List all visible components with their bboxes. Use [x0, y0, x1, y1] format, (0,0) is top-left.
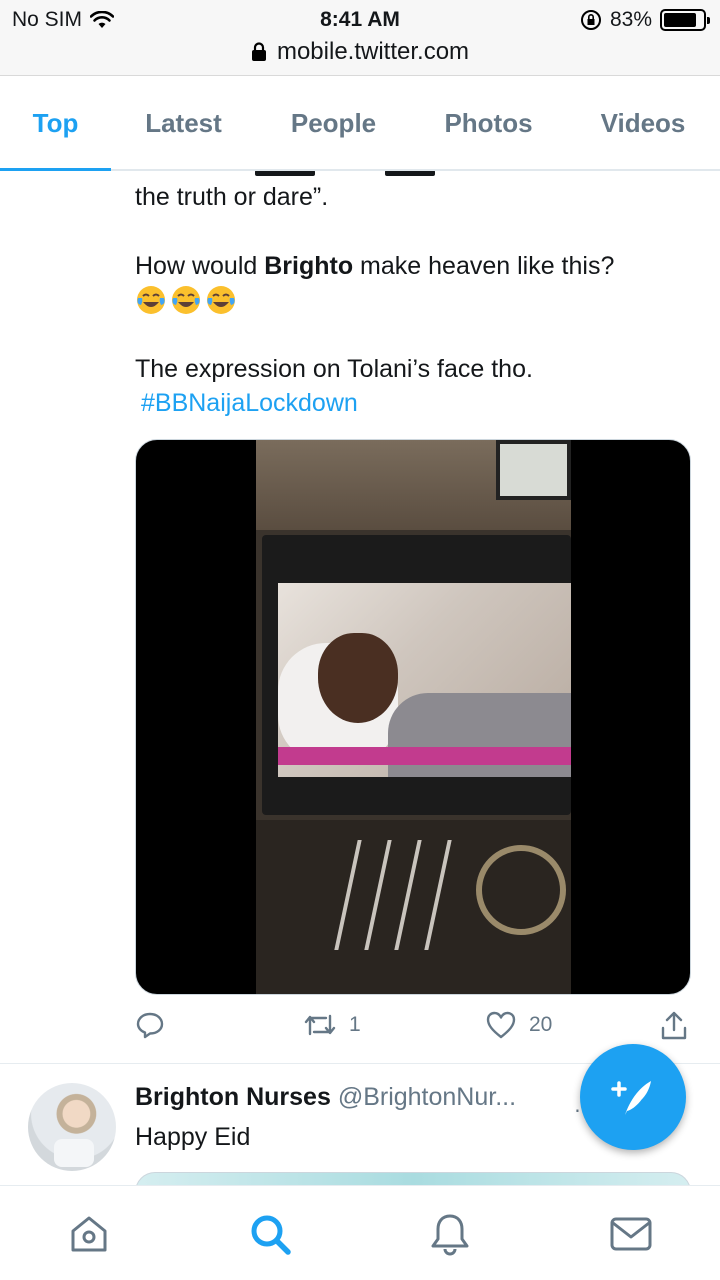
- nav-notifications[interactable]: [428, 1212, 472, 1256]
- share-button[interactable]: [659, 1010, 689, 1042]
- notifications-icon: [431, 1214, 469, 1256]
- tab-latest[interactable]: Latest: [111, 77, 256, 169]
- nav-messages[interactable]: [609, 1212, 653, 1256]
- retweet-button[interactable]: 1: [303, 1010, 361, 1040]
- question-prefix: How would: [135, 252, 265, 280]
- like-button[interactable]: 20: [485, 1010, 552, 1040]
- battery-fill: [664, 13, 696, 27]
- messages-icon: [610, 1217, 652, 1251]
- like-count: 20: [529, 1013, 553, 1036]
- tab-videos[interactable]: Videos: [566, 77, 720, 169]
- author-name: Brighton Nurses: [135, 1083, 331, 1111]
- hashtag-link[interactable]: #BBNaijaLockdown: [141, 386, 701, 420]
- bottom-navigation: [0, 1185, 720, 1280]
- battery-percent: 83%: [609, 8, 652, 31]
- reply-icon: [136, 1012, 164, 1039]
- orientation-lock-icon: [580, 10, 601, 30]
- tweet-expression: The expression on Tolani’s face tho.: [135, 355, 533, 383]
- browser-status-bar: No SIM 8:41 AM 83% mobile.twitter.com: [0, 0, 720, 76]
- mention-brighto: Brighto: [264, 252, 354, 280]
- tab-photos[interactable]: Photos: [411, 77, 566, 169]
- share-icon: [661, 1011, 687, 1040]
- tweet-video[interactable]: [135, 439, 691, 995]
- tweet-question: How would Brighto make heaven like this?: [135, 249, 695, 283]
- avatar[interactable]: [28, 1083, 116, 1171]
- nav-home[interactable]: [67, 1212, 111, 1256]
- next-tweet-text: Happy Eid: [135, 1123, 251, 1151]
- nav-search[interactable]: [248, 1212, 292, 1256]
- question-suffix: make heaven like this?: [353, 252, 615, 280]
- tab-people[interactable]: People: [256, 77, 411, 169]
- compose-feather-icon: [611, 1081, 651, 1115]
- tweet-actions: 1 20: [135, 1010, 695, 1050]
- reply-button[interactable]: [135, 1010, 177, 1040]
- author-handle: @BrightonNur...: [337, 1083, 517, 1111]
- lock-icon: [251, 42, 266, 61]
- tears-of-joy-icon: [137, 286, 165, 315]
- address-bar[interactable]: mobile.twitter.com: [0, 38, 720, 66]
- video-frame: [256, 440, 571, 994]
- battery-icon: [660, 9, 710, 31]
- compose-tweet-button[interactable]: [580, 1044, 686, 1150]
- tweet-text-line: the truth or dare”.: [135, 183, 329, 211]
- status-right: 83%: [580, 8, 710, 32]
- home-icon: [71, 1216, 107, 1252]
- heart-icon: [486, 1011, 516, 1039]
- emoji-row: [135, 282, 695, 316]
- tears-of-joy-icon: [172, 286, 200, 315]
- tab-top[interactable]: Top: [0, 77, 111, 171]
- retweet-count: 1: [349, 1013, 361, 1036]
- search-icon: [251, 1215, 291, 1255]
- next-tweet-header[interactable]: Brighton Nurses @BrightonNur...: [135, 1083, 516, 1112]
- url-text: mobile.twitter.com: [276, 38, 470, 65]
- retweet-icon: [304, 1014, 336, 1036]
- tears-of-joy-icon: [207, 286, 235, 315]
- search-tabs: Top Latest People Photos Videos: [0, 77, 720, 171]
